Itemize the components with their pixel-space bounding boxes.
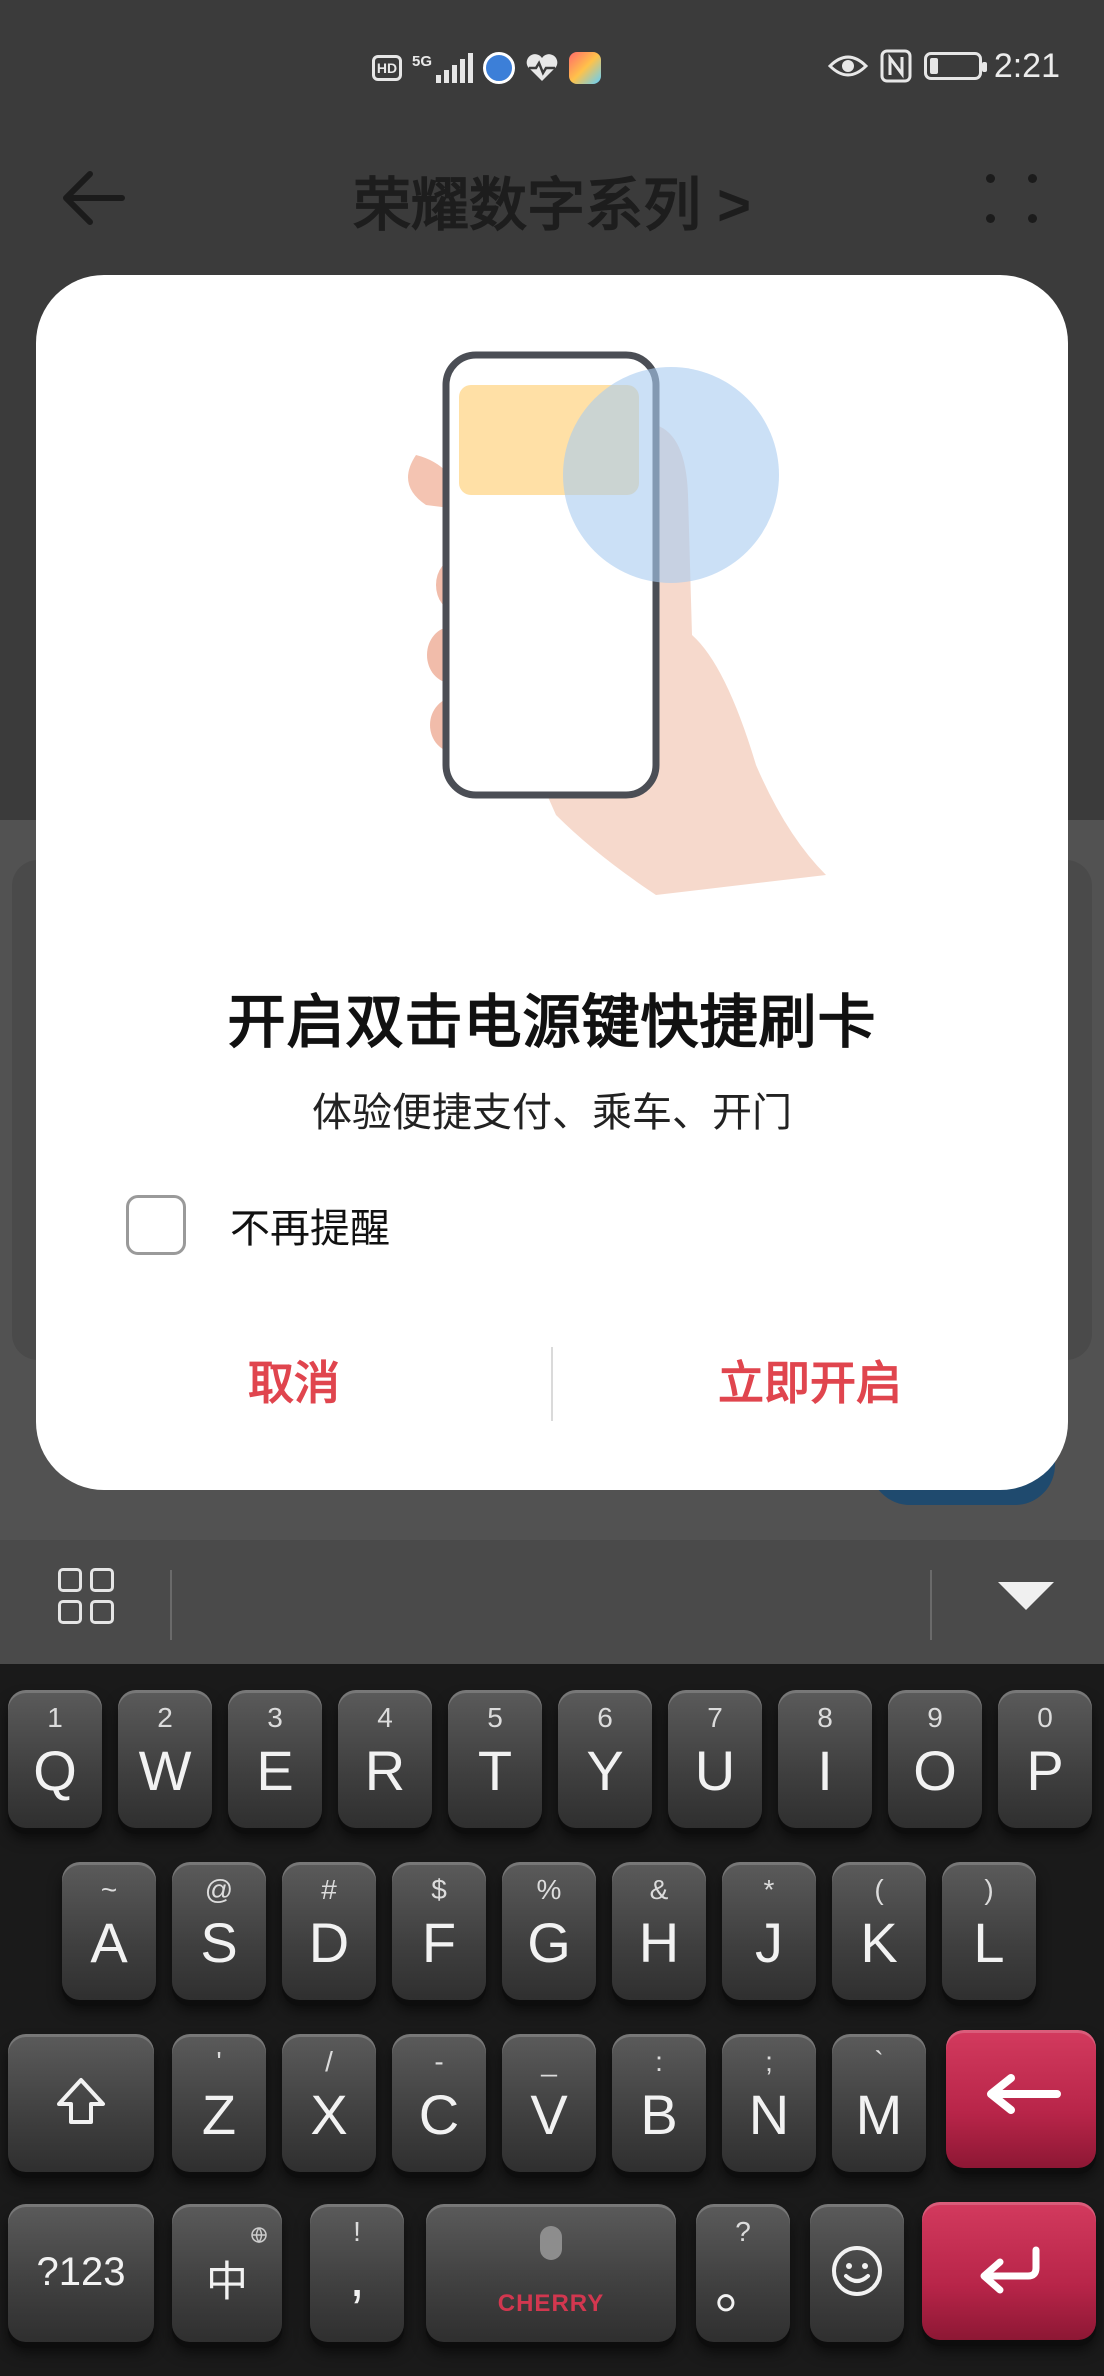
key-u[interactable]: 7U bbox=[668, 1690, 762, 1828]
phone-tap-illustration bbox=[408, 351, 826, 895]
key-a[interactable]: ~ A bbox=[62, 1862, 156, 2000]
key-g[interactable]: % G bbox=[502, 1862, 596, 2000]
key-e[interactable]: 3E bbox=[228, 1690, 322, 1828]
signal-icon bbox=[436, 53, 474, 83]
app-header: 荣耀数字系列 > bbox=[0, 130, 1104, 260]
keyboard: 1Q 2W 3E 4R 5T 6Y 7U 8I 9O 0P ~ A @ S # D $… bbox=[0, 1664, 1104, 2376]
key-b[interactable]: :B bbox=[612, 2034, 706, 2172]
key-s[interactable]: @ S bbox=[172, 1862, 266, 2000]
space-key[interactable]: CHERRY bbox=[426, 2204, 676, 2342]
key-h[interactable]: & H bbox=[612, 1862, 706, 2000]
key-m[interactable]: ` M bbox=[832, 2034, 926, 2172]
key-r[interactable]: 4R bbox=[338, 1690, 432, 1828]
network-type: 5G bbox=[412, 52, 433, 70]
toolbar-divider bbox=[930, 1570, 932, 1640]
cherry-brand: CHERRY bbox=[497, 2290, 605, 2317]
key-l[interactable]: ) L bbox=[942, 1862, 1036, 2000]
health-icon bbox=[526, 54, 558, 81]
key-i[interactable]: 8I bbox=[778, 1690, 872, 1828]
key-p[interactable]: 0P bbox=[998, 1690, 1092, 1828]
status-right: 2:21 bbox=[827, 46, 1060, 86]
key-y[interactable]: 6Y bbox=[558, 1690, 652, 1828]
dont-remind-checkbox[interactable] bbox=[126, 1195, 186, 1255]
apps-grid-icon[interactable] bbox=[58, 1568, 122, 1632]
emoji-icon bbox=[832, 2246, 882, 2296]
shift-icon bbox=[57, 2078, 105, 2124]
backspace-key[interactable] bbox=[946, 2030, 1096, 2168]
hide-keyboard-icon[interactable] bbox=[998, 1582, 1054, 1610]
toolbar-divider bbox=[170, 1570, 172, 1640]
clock: 2:21 bbox=[993, 46, 1060, 85]
eye-icon bbox=[827, 55, 868, 77]
battery-icon bbox=[923, 52, 987, 80]
globe-icon bbox=[251, 2227, 267, 2244]
comma-key[interactable]: !, bbox=[310, 2204, 404, 2342]
key-k[interactable]: (K bbox=[832, 1862, 926, 2000]
key-z[interactable]: ' Z bbox=[172, 2034, 266, 2172]
key-j[interactable]: * J bbox=[722, 1862, 816, 2000]
dialog-title: 开启双击电源键快捷刷卡 bbox=[227, 990, 877, 1055]
cancel-button[interactable]: 取消 bbox=[36, 1335, 552, 1425]
key-f[interactable]: $ F bbox=[392, 1862, 486, 2000]
nfc-icon bbox=[880, 49, 912, 83]
backspace-arrow-icon bbox=[987, 2074, 1061, 2114]
key-c[interactable]: -C bbox=[392, 2034, 486, 2172]
key-q[interactable]: 1Q bbox=[8, 1690, 102, 1828]
key-v[interactable]: _ V bbox=[502, 2034, 596, 2172]
key-o[interactable]: 9O bbox=[888, 1690, 982, 1828]
microphone-icon bbox=[540, 2226, 562, 2260]
key-x[interactable]: / X bbox=[282, 2034, 376, 2172]
dialog-subtitle: 体验便捷支付、乘车、开门 bbox=[312, 1091, 792, 1135]
dont-remind-row[interactable]: 不再提醒 bbox=[126, 1195, 390, 1255]
symbols-key[interactable]: ?123 bbox=[8, 2204, 154, 2342]
page-title[interactable]: 荣耀数字系列 > bbox=[0, 158, 1104, 242]
status-bar: HD 5G 2:21 bbox=[0, 0, 1104, 130]
emoji-key[interactable] bbox=[810, 2204, 904, 2342]
status-left: HD 5G bbox=[372, 48, 602, 88]
language-key[interactable]: 中 bbox=[172, 2204, 282, 2342]
dont-remind-label: 不再提醒 bbox=[230, 1207, 390, 1251]
key-t[interactable]: 5T bbox=[448, 1690, 542, 1828]
key-w[interactable]: 2W bbox=[118, 1690, 212, 1828]
keyboard-toolbar bbox=[0, 1540, 1104, 1664]
key-n[interactable]: ; N bbox=[722, 2034, 816, 2172]
enter-icon bbox=[980, 2246, 1040, 2294]
hd-icon: HD bbox=[372, 55, 402, 81]
browser-icon bbox=[483, 52, 516, 84]
shift-key[interactable] bbox=[8, 2034, 154, 2172]
more-options-button[interactable] bbox=[978, 160, 1048, 236]
nfc-shortcut-dialog: 开启双击电源键快捷刷卡 体验便捷支付、乘车、开门 不再提醒 取消 立即开启 bbox=[36, 275, 1068, 1490]
key-d[interactable]: # D bbox=[282, 1862, 376, 2000]
enter-key[interactable] bbox=[922, 2202, 1096, 2340]
app-icon bbox=[569, 52, 602, 84]
enable-now-button[interactable]: 立即开启 bbox=[552, 1335, 1068, 1425]
period-key[interactable]: ?。 bbox=[696, 2204, 790, 2342]
